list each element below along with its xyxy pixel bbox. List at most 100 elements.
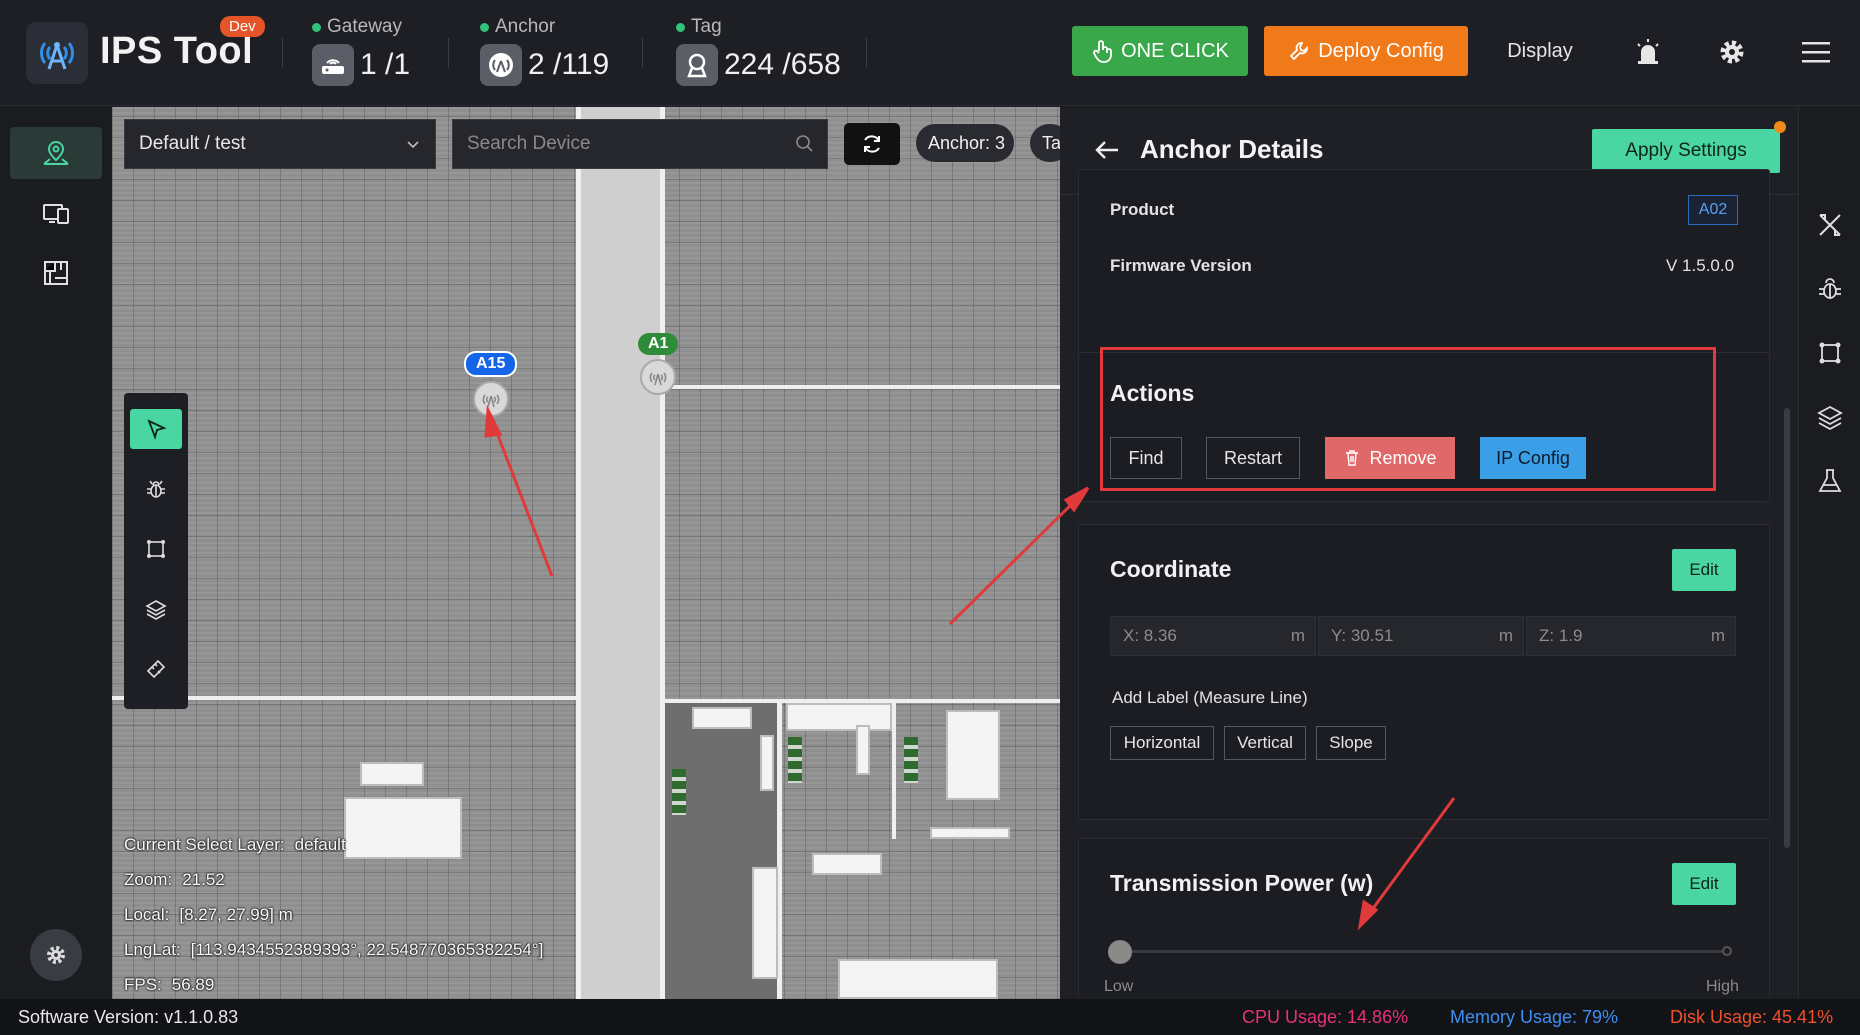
vertical-button[interactable]: Vertical xyxy=(1224,726,1306,760)
floor-map[interactable]: Default / test Anchor: 3 Ta A15 A1 xyxy=(112,107,1060,999)
flask-icon xyxy=(1818,469,1842,492)
anchor-icon xyxy=(480,44,522,86)
map-info-zoom: Zoom: 21.52 xyxy=(124,870,225,889)
ruler-icon xyxy=(146,659,166,679)
bug-icon xyxy=(147,480,165,498)
anchor-icon xyxy=(640,359,677,395)
status-bar: Software Version: v1.1.0.83 CPU Usage: 1… xyxy=(0,999,1860,1035)
anchor-marker-label: A15 xyxy=(464,351,518,377)
tag-icon xyxy=(676,44,718,86)
firmware-value: V 1.5.0.0 xyxy=(1666,256,1735,275)
anchor-marker-a1[interactable]: A1 xyxy=(638,333,679,395)
hamburger-menu-icon[interactable] xyxy=(1798,34,1834,70)
layers-tool[interactable] xyxy=(130,589,182,629)
anchor-icon xyxy=(472,381,509,417)
chevron-down-icon xyxy=(407,141,419,149)
coord-y-value: Y: 30.51 xyxy=(1331,626,1394,645)
tools-icon xyxy=(1819,214,1841,236)
coordinate-title: Coordinate xyxy=(1110,556,1232,582)
coord-z-field[interactable]: Z: 1.9 m xyxy=(1526,616,1736,656)
one-click-button[interactable]: ONE CLICK xyxy=(1072,26,1248,76)
power-slider-thumb[interactable] xyxy=(1108,940,1132,964)
bounding-box-icon xyxy=(1819,342,1841,364)
header-divider xyxy=(866,38,867,68)
layer-select[interactable]: Default / test xyxy=(124,119,436,169)
gateway-count: 1 /1 xyxy=(360,48,411,81)
coord-x-field[interactable]: X: 8.36 m xyxy=(1110,616,1316,656)
power-edit-button[interactable]: Edit xyxy=(1672,863,1736,905)
measure-tool[interactable] xyxy=(130,649,182,689)
display-button[interactable]: Display xyxy=(1490,26,1590,76)
tools-button[interactable] xyxy=(1812,207,1848,243)
anchor-marker-a15[interactable]: A15 xyxy=(464,351,518,417)
area-button[interactable] xyxy=(1812,335,1848,371)
map-pin-icon xyxy=(43,140,69,165)
gear-icon[interactable] xyxy=(1714,34,1750,70)
deploy-config-button[interactable]: Deploy Config xyxy=(1264,26,1468,76)
app-logo xyxy=(26,22,88,84)
settings-button[interactable] xyxy=(30,929,82,981)
search-input[interactable] xyxy=(467,133,787,155)
cursor-icon xyxy=(147,419,167,440)
map-sofa xyxy=(360,762,424,786)
nav-floorplan[interactable] xyxy=(10,247,102,299)
map-info-fps: FPS: 56.89 xyxy=(124,975,215,994)
add-label-title: Add Label (Measure Line) xyxy=(1112,688,1308,707)
back-arrow-icon[interactable] xyxy=(1092,135,1122,165)
unsaved-indicator-dot xyxy=(1774,121,1786,133)
power-slider-track[interactable] xyxy=(1120,950,1730,953)
power-card xyxy=(1078,838,1770,999)
annotation-highlight-box xyxy=(1100,347,1716,491)
lab-button[interactable] xyxy=(1812,463,1848,499)
left-nav-rail xyxy=(0,107,112,999)
wrench-icon xyxy=(1289,42,1309,61)
map-sofa xyxy=(692,707,752,729)
anchor-label: Anchor xyxy=(495,16,556,37)
map-plant xyxy=(788,737,802,783)
firmware-label: Firmware Version xyxy=(1110,256,1252,275)
power-title: Transmission Power (w) xyxy=(1110,870,1374,896)
power-slider-end xyxy=(1722,946,1732,956)
search-icon[interactable] xyxy=(795,134,815,154)
alarm-icon[interactable] xyxy=(1630,34,1666,70)
anchor-marker-label: A1 xyxy=(638,333,679,355)
layers-button[interactable] xyxy=(1812,399,1848,435)
anchor-count-chip[interactable]: Anchor: 3 xyxy=(916,124,1014,162)
anchor-count: 2 /119 xyxy=(528,48,610,81)
map-wall xyxy=(576,107,581,999)
select-tool[interactable] xyxy=(130,409,182,449)
tag-count-chip[interactable]: Ta xyxy=(1030,124,1060,162)
map-info-lnglat: LngLat: [113.9434552389393°, 22.548770365… xyxy=(124,940,544,959)
coordinate-edit-button[interactable]: Edit xyxy=(1672,549,1736,591)
apply-settings-button[interactable]: Apply Settings xyxy=(1592,129,1780,173)
bounding-box-icon xyxy=(147,540,165,558)
gateway-label: Gateway xyxy=(327,16,402,37)
horizontal-button[interactable]: Horizontal xyxy=(1110,726,1214,760)
coord-y-field[interactable]: Y: 30.51 m xyxy=(1318,616,1524,656)
slope-button[interactable]: Slope xyxy=(1316,726,1386,760)
coord-x-value: X: 8.36 xyxy=(1123,626,1177,645)
map-wall xyxy=(892,699,896,839)
right-tool-rail xyxy=(1798,107,1860,999)
refresh-button[interactable] xyxy=(844,123,900,165)
panel-scrollbar[interactable] xyxy=(1784,408,1790,848)
area-tool[interactable] xyxy=(130,529,182,569)
debug-button[interactable] xyxy=(1812,271,1848,307)
deploy-config-label: Deploy Config xyxy=(1318,39,1444,62)
map-desk xyxy=(946,710,1000,800)
devices-icon xyxy=(43,204,69,224)
router-icon xyxy=(312,44,354,86)
refresh-icon xyxy=(864,135,880,153)
tag-count: 224 /658 xyxy=(724,48,841,81)
header-divider xyxy=(282,38,283,68)
tag-stat: Tag 224 /658 xyxy=(676,16,841,86)
header-divider xyxy=(642,38,643,68)
map-desk xyxy=(812,853,882,875)
debug-tool[interactable] xyxy=(130,469,182,509)
nav-devices[interactable] xyxy=(10,187,102,239)
antenna-logo-icon xyxy=(40,42,74,70)
nav-map[interactable] xyxy=(10,127,102,179)
map-desk xyxy=(930,827,1010,839)
map-plant xyxy=(904,737,918,783)
online-dot-icon xyxy=(480,22,489,32)
